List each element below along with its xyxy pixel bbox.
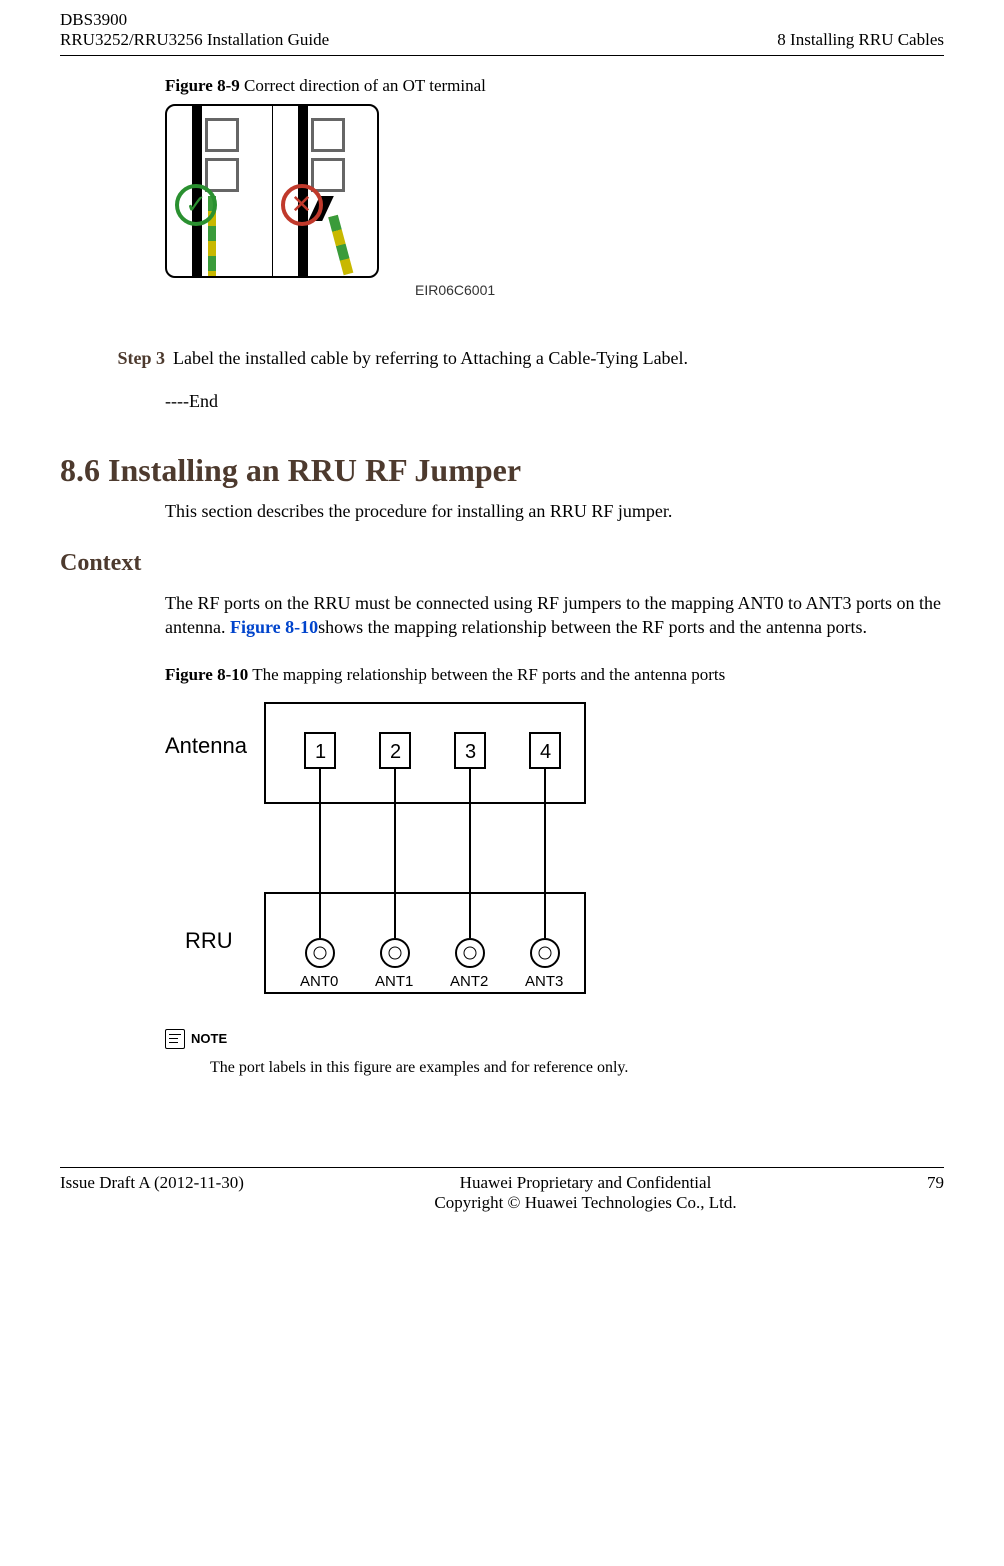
figure-8-10-image: Antenna 1 2 3 4 RRU ANT0 bbox=[165, 693, 944, 1023]
end-marker: ----End bbox=[165, 391, 944, 412]
figure-8-10-caption: Figure 8-10 The mapping relationship bet… bbox=[165, 665, 944, 685]
rru-label: RRU bbox=[185, 928, 233, 953]
section-8-6-desc: This section describes the procedure for… bbox=[165, 501, 944, 522]
figure-8-10-link[interactable]: Figure 8-10 bbox=[230, 617, 318, 637]
header-product: DBS3900 bbox=[60, 10, 329, 30]
note-header: NOTE bbox=[165, 1029, 944, 1049]
figure-8-10-label: Figure 8-10 bbox=[165, 665, 248, 684]
ot-incorrect-panel: ✕ bbox=[273, 106, 378, 276]
figure-8-10-caption-text: The mapping relationship between the RF … bbox=[248, 665, 725, 684]
svg-text:3: 3 bbox=[465, 741, 476, 763]
x-icon: ✕ bbox=[281, 184, 323, 226]
footer-divider bbox=[60, 1167, 944, 1168]
page-header: DBS3900 RRU3252/RRU3256 Installation Gui… bbox=[0, 0, 1004, 55]
note-text: The port labels in this figure are examp… bbox=[210, 1059, 944, 1077]
figure-8-9-id: EIR06C6001 bbox=[415, 282, 944, 298]
antenna-label: Antenna bbox=[165, 733, 248, 758]
footer-proprietary: Huawei Proprietary and Confidential bbox=[460, 1173, 712, 1192]
figure-8-9-image: ✓ ✕ EIR06C6001 bbox=[165, 104, 944, 298]
context-heading: Context bbox=[60, 550, 944, 577]
context-text-post: shows the mapping relationship between t… bbox=[318, 617, 867, 637]
figure-8-9-label: Figure 8-9 bbox=[165, 76, 240, 95]
footer-copyright: Copyright © Huawei Technologies Co., Ltd… bbox=[434, 1193, 736, 1212]
svg-text:1: 1 bbox=[315, 741, 326, 763]
step-3: Step 3 Label the installed cable by refe… bbox=[60, 348, 944, 369]
note-icon bbox=[165, 1029, 185, 1049]
check-icon: ✓ bbox=[175, 184, 217, 226]
footer-issue: Issue Draft A (2012-11-30) bbox=[60, 1173, 244, 1213]
header-guide: RRU3252/RRU3256 Installation Guide bbox=[60, 30, 329, 50]
step-3-label: Step 3 bbox=[60, 348, 173, 369]
svg-text:ANT3: ANT3 bbox=[525, 973, 563, 990]
context-paragraph: The RF ports on the RRU must be connecte… bbox=[165, 591, 944, 640]
page-footer: Issue Draft A (2012-11-30) Huawei Propri… bbox=[0, 1167, 1004, 1233]
svg-text:ANT2: ANT2 bbox=[450, 973, 488, 990]
note-label: NOTE bbox=[191, 1031, 227, 1046]
header-chapter: 8 Installing RRU Cables bbox=[777, 30, 944, 50]
ot-correct-panel: ✓ bbox=[167, 106, 273, 276]
section-8-6-title: 8.6 Installing an RRU RF Jumper bbox=[60, 452, 944, 489]
svg-text:ANT0: ANT0 bbox=[300, 973, 338, 990]
svg-text:2: 2 bbox=[390, 741, 401, 763]
step-3-text: Label the installed cable by referring t… bbox=[173, 348, 688, 369]
svg-text:ANT1: ANT1 bbox=[375, 973, 413, 990]
footer-page: 79 bbox=[927, 1173, 944, 1213]
figure-8-9-caption-text: Correct direction of an OT terminal bbox=[240, 76, 486, 95]
figure-8-9-caption: Figure 8-9 Correct direction of an OT te… bbox=[165, 76, 944, 96]
svg-text:4: 4 bbox=[540, 741, 551, 763]
